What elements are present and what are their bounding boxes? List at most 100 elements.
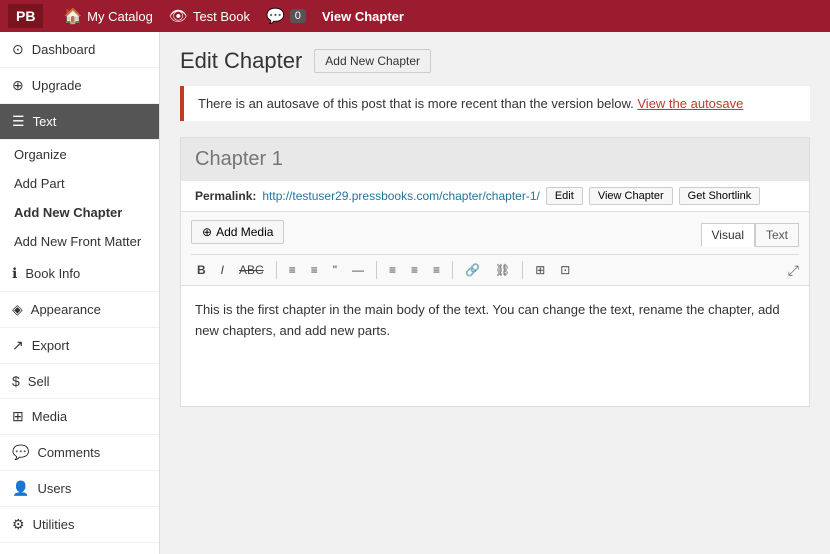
- sidebar-item-comments[interactable]: 💬 Comments: [0, 435, 159, 471]
- book-icon: 👁: [169, 7, 188, 25]
- permalink-url: http://testuser29.pressbooks.com/chapter…: [262, 189, 539, 203]
- fullscreen-button[interactable]: ⤢: [788, 262, 799, 279]
- strikethrough-button[interactable]: ABC: [233, 259, 270, 281]
- toolbar-separator-2: [376, 261, 377, 279]
- insert-link-button[interactable]: 🔗: [459, 259, 486, 281]
- edit-permalink-button[interactable]: Edit: [546, 187, 583, 205]
- book-info-icon: ℹ: [12, 265, 17, 282]
- remove-link-button[interactable]: ⛓: [489, 259, 516, 281]
- sidebar-label-text: Text: [33, 114, 57, 129]
- autosave-notice: There is an autosave of this post that i…: [180, 86, 810, 121]
- visual-text-tabs: Visual Text: [701, 223, 799, 247]
- visual-tab[interactable]: Visual: [701, 223, 755, 247]
- autosave-text: There is an autosave of this post that i…: [198, 96, 634, 111]
- comment-icon: 💬: [266, 7, 285, 25]
- page-header: Edit Chapter Add New Chapter: [180, 48, 810, 74]
- sidebar-label-utilities: Utilities: [33, 517, 75, 532]
- sidebar-label-dashboard: Dashboard: [32, 42, 96, 57]
- sidebar-label-upgrade: Upgrade: [32, 78, 82, 93]
- sidebar-label-export: Export: [32, 338, 70, 353]
- dashboard-icon: ⊙: [12, 41, 24, 58]
- toolbar-separator-4: [522, 261, 523, 279]
- chapter-title-input[interactable]: [195, 148, 795, 171]
- italic-icon: I: [221, 263, 224, 277]
- sidebar-label-media: Media: [32, 409, 67, 424]
- add-part-label: Add Part: [14, 176, 65, 191]
- unordered-list-button[interactable]: ≡: [283, 259, 302, 281]
- sidebar-item-sell[interactable]: $ Sell: [0, 364, 159, 399]
- editor-content[interactable]: This is the first chapter in the main bo…: [181, 286, 809, 406]
- view-chapter-top-button[interactable]: View Chapter: [322, 9, 404, 24]
- sidebar: ⊙ Dashboard ⊕ Upgrade ☰ Text Organize Ad…: [0, 32, 160, 554]
- italic-button[interactable]: I: [215, 259, 230, 281]
- pb-logo[interactable]: PB: [8, 4, 43, 28]
- sidebar-label-comments: Comments: [37, 445, 100, 460]
- permalink-bar: Permalink: http://testuser29.pressbooks.…: [181, 181, 809, 212]
- sidebar-subitem-add-part[interactable]: Add Part: [0, 169, 159, 198]
- sidebar-item-upgrade[interactable]: ⊕ Upgrade: [0, 68, 159, 104]
- organize-label: Organize: [14, 147, 67, 162]
- sidebar-subitem-add-front-matter[interactable]: Add New Front Matter: [0, 227, 159, 256]
- table-button[interactable]: ⊞: [529, 259, 551, 281]
- get-shortlink-button[interactable]: Get Shortlink: [679, 187, 761, 205]
- ordered-list-button[interactable]: ≡: [305, 259, 324, 281]
- sidebar-label-users: Users: [37, 481, 71, 496]
- editor-box: Permalink: http://testuser29.pressbooks.…: [180, 137, 810, 407]
- align-center-button[interactable]: ≡: [405, 259, 424, 281]
- sidebar-item-appearance[interactable]: ◈ Appearance: [0, 292, 159, 328]
- sell-icon: $: [12, 373, 20, 389]
- editor-toolbar-area: ⊕ Add Media Visual Text B I ABC ≡ ≡ ": [181, 212, 809, 286]
- main-layout: ⊙ Dashboard ⊕ Upgrade ☰ Text Organize Ad…: [0, 32, 830, 554]
- catalog-label: My Catalog: [87, 9, 153, 24]
- book-label: Test Book: [193, 9, 250, 24]
- editor-toolbar-row: B I ABC ≡ ≡ " — ≡ ≡ ≡ 🔗 ⛓ ⊞: [191, 254, 799, 285]
- sidebar-subitem-add-new-chapter[interactable]: Add New Chapter: [0, 198, 159, 227]
- catalog-icon: 🏠: [63, 7, 82, 25]
- add-new-chapter-label: Add New Chapter: [14, 205, 122, 220]
- my-catalog-link[interactable]: 🏠 My Catalog: [63, 7, 152, 25]
- export-icon: ↗: [12, 337, 24, 354]
- add-media-icon: ⊕: [202, 225, 212, 239]
- align-left-button[interactable]: ≡: [383, 259, 402, 281]
- bold-icon: B: [197, 263, 206, 277]
- bold-button[interactable]: B: [191, 259, 212, 281]
- page-title: Edit Chapter: [180, 48, 302, 74]
- editor-text: This is the first chapter in the main bo…: [195, 302, 780, 338]
- add-media-button[interactable]: ⊕ Add Media: [191, 220, 284, 244]
- upgrade-icon: ⊕: [12, 77, 24, 94]
- toolbar-separator-1: [276, 261, 277, 279]
- text-icon: ☰: [12, 113, 25, 130]
- align-right-button[interactable]: ≡: [427, 259, 446, 281]
- horizontal-rule-button[interactable]: —: [346, 259, 370, 281]
- sidebar-item-utilities[interactable]: ⚙ Utilities: [0, 507, 159, 543]
- text-tab[interactable]: Text: [755, 223, 799, 247]
- test-book-link[interactable]: 👁 Test Book: [169, 7, 250, 25]
- sidebar-subitem-organize[interactable]: Organize: [0, 140, 159, 169]
- chapter-title-bar: [181, 138, 809, 181]
- add-media-label: Add Media: [216, 225, 273, 239]
- users-icon: 👤: [12, 480, 29, 497]
- table2-button[interactable]: ⊡: [554, 259, 576, 281]
- sidebar-item-book-info[interactable]: ℹ Book Info: [0, 256, 159, 292]
- sidebar-item-users[interactable]: 👤 Users: [0, 471, 159, 507]
- sidebar-label-appearance: Appearance: [31, 302, 101, 317]
- sidebar-item-media[interactable]: ⊞ Media: [0, 399, 159, 435]
- sidebar-item-dashboard[interactable]: ⊙ Dashboard: [0, 32, 159, 68]
- appearance-icon: ◈: [12, 301, 23, 318]
- top-navigation-bar: PB 🏠 My Catalog 👁 Test Book 💬 0 View Cha…: [0, 0, 830, 32]
- main-content: Edit Chapter Add New Chapter There is an…: [160, 32, 830, 554]
- sidebar-item-text[interactable]: ☰ Text: [0, 104, 159, 140]
- sidebar-label-book-info: Book Info: [25, 266, 80, 281]
- add-front-matter-label: Add New Front Matter: [14, 234, 141, 249]
- strikethrough-icon: ABC: [239, 263, 264, 277]
- view-chapter-permalink-button[interactable]: View Chapter: [589, 187, 673, 205]
- autosave-link[interactable]: View the autosave: [637, 96, 743, 111]
- sidebar-label-sell: Sell: [28, 374, 50, 389]
- comments-link[interactable]: 💬 0: [266, 7, 306, 25]
- add-new-chapter-header-button[interactable]: Add New Chapter: [314, 49, 431, 73]
- media-icon: ⊞: [12, 408, 24, 425]
- sidebar-item-export[interactable]: ↗ Export: [0, 328, 159, 364]
- permalink-label: Permalink:: [195, 189, 256, 203]
- comments-count: 0: [290, 9, 306, 23]
- blockquote-button[interactable]: ": [327, 259, 343, 281]
